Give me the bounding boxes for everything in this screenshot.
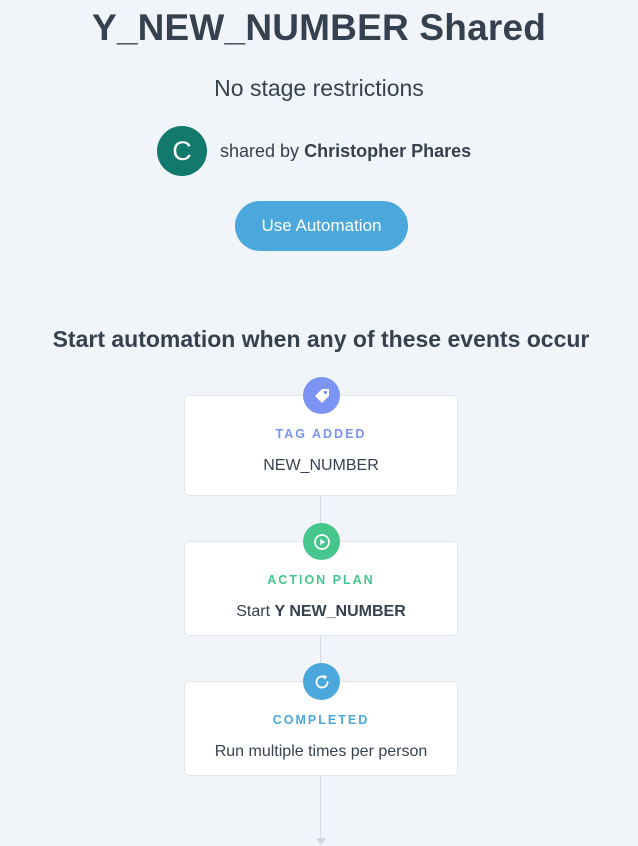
trigger-value-plan-name: Y NEW_NUMBER — [274, 603, 406, 620]
use-automation-button[interactable]: Use Automation — [235, 201, 408, 251]
refresh-icon — [303, 663, 340, 700]
trigger-value-prefix: Start — [236, 603, 271, 620]
tag-icon — [303, 377, 340, 414]
trigger-value: Run multiple times per person — [214, 743, 428, 760]
shared-by-name: Christopher Phares — [304, 140, 472, 161]
flow-arrow-head — [316, 838, 326, 845]
trigger-value: NEW_NUMBER — [263, 457, 379, 474]
trigger-type-label: TAG ADDED — [275, 427, 367, 441]
stage-restrictions-text: No stage restrictions — [214, 75, 424, 101]
page-title: Y_NEW_NUMBER Shared — [91, 7, 547, 48]
trigger-type-label: ACTION PLAN — [267, 573, 375, 587]
shared-by-row: C shared by Christopher Phares — [157, 126, 471, 176]
shared-by-text: shared by Christopher Phares — [220, 141, 471, 162]
play-icon — [303, 523, 340, 560]
connector-line — [320, 776, 321, 838]
shared-by-prefix: shared by — [220, 140, 300, 161]
trigger-type-label: COMPLETED — [272, 713, 370, 727]
section-heading: Start automation when any of these event… — [52, 326, 590, 352]
trigger-value: Start Y NEW_NUMBER — [185, 603, 457, 621]
avatar: C — [157, 126, 207, 176]
